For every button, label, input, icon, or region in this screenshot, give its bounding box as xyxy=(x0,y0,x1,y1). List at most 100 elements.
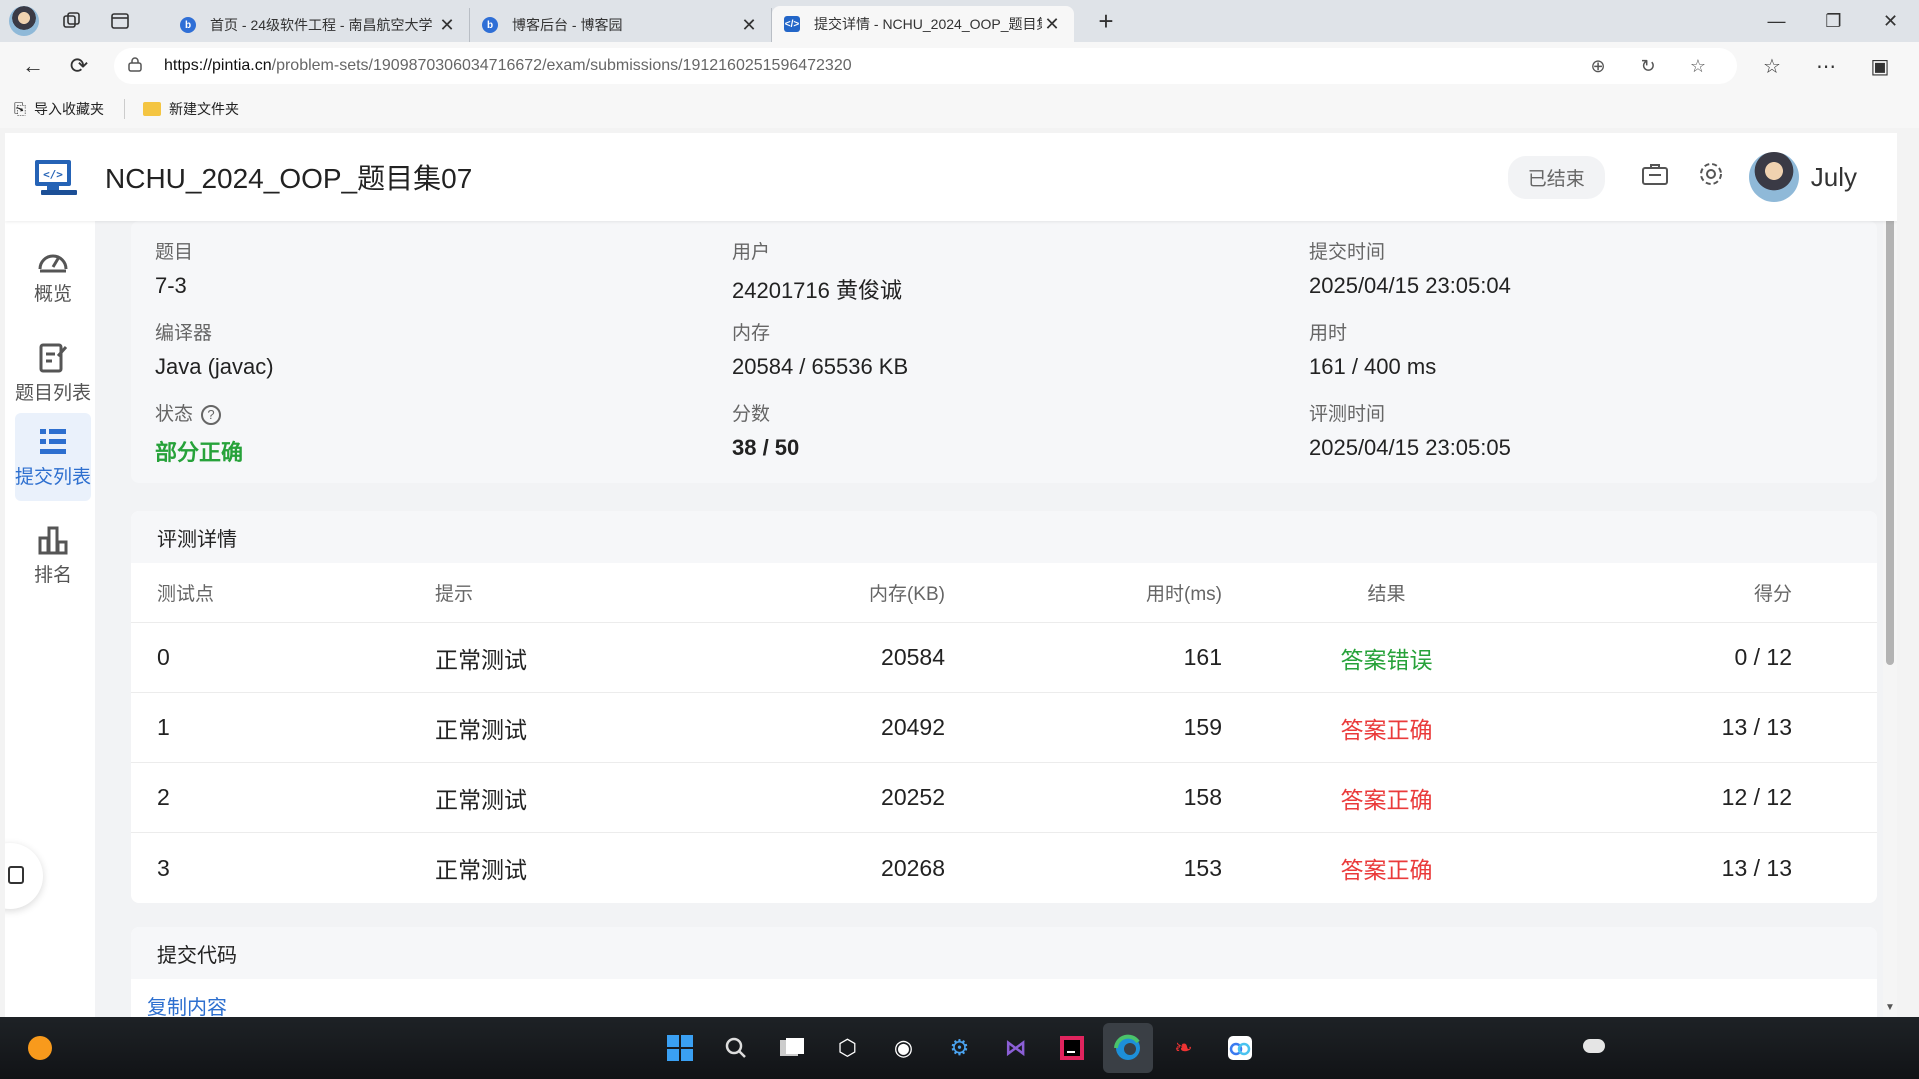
profile-avatar-icon[interactable] xyxy=(0,0,48,42)
memory: 20492 xyxy=(881,714,945,740)
window-controls: — ❐ ✕ xyxy=(1748,0,1919,42)
lock-icon[interactable] xyxy=(128,56,164,77)
workspaces-icon[interactable] xyxy=(48,0,96,42)
username[interactable]: July xyxy=(1811,162,1857,193)
scroll-down-icon[interactable]: ▼ xyxy=(1885,1002,1895,1013)
app-red-icon[interactable]: ❧ xyxy=(1159,1023,1209,1073)
field-time: 用时 161 / 400 ms xyxy=(1309,318,1436,380)
sidebar-item-label: 概览 xyxy=(33,283,72,305)
judge-time-value: 2025/04/15 23:05:05 xyxy=(1309,435,1511,460)
settings-gear-icon[interactable] xyxy=(1683,160,1739,195)
column-header: 测试点 xyxy=(157,584,215,605)
tab-1[interactable]: b 首页 - 24级软件工程 - 南昌航空大学 ✕ xyxy=(168,8,470,42)
refresh-button[interactable]: ⟳ xyxy=(56,46,102,86)
time: 153 xyxy=(1183,854,1222,881)
epic-games-icon[interactable]: ⬡ xyxy=(823,1023,873,1073)
sidebar-toggle-icon[interactable]: ▣ xyxy=(1853,54,1907,79)
bookmark-label: 导入收藏夹 xyxy=(34,101,105,117)
avatar[interactable] xyxy=(1748,152,1799,202)
score-value: 38 / 50 xyxy=(732,435,800,460)
pta-favicon-icon: </> xyxy=(784,16,800,32)
minimize-icon[interactable]: — xyxy=(1748,0,1805,42)
field-label: 编译器 xyxy=(155,323,213,344)
memory: 20268 xyxy=(881,854,945,881)
status-badge: 已结束 xyxy=(1507,155,1605,199)
search-icon[interactable] xyxy=(711,1023,761,1073)
favorites-icon[interactable]: ☆ xyxy=(1745,54,1799,79)
intellij-icon[interactable] xyxy=(1047,1023,1097,1073)
table-row: 0 正常测试 20584 161 答案错误 0 / 12 xyxy=(131,623,1877,693)
sidebar-item-label: 题目列表 xyxy=(15,382,92,404)
submitted-code-card: 提交代码 复制内容 xyxy=(131,927,1877,1017)
new-tab-button[interactable]: + xyxy=(1084,6,1128,37)
sidebar-item-ranking[interactable]: 排名 xyxy=(15,511,91,599)
column-header: 结果 xyxy=(1367,584,1406,605)
result: 答案错误 xyxy=(1340,646,1433,673)
close-tab-icon[interactable]: ✕ xyxy=(739,15,759,36)
copy-content-link[interactable]: 复制内容 xyxy=(131,979,1877,1017)
bookmark-import[interactable]: ⎘ 导入收藏夹 xyxy=(14,99,104,119)
card-title: 提交代码 xyxy=(131,927,1877,979)
score: 13 / 13 xyxy=(1721,714,1792,740)
url-field[interactable]: https://pintia.cn/problem-sets/190987030… xyxy=(114,48,1737,84)
read-aloud-icon[interactable]: ↻ xyxy=(1623,56,1673,77)
restore-icon[interactable]: ❐ xyxy=(1805,0,1862,42)
problem-value[interactable]: 7-3 xyxy=(155,273,193,299)
tab-title: 提交详情 - NCHU_2024_OOP_题目集07 xyxy=(814,16,1042,32)
vertical-tabs-icon[interactable] xyxy=(96,0,144,42)
visual-studio-icon[interactable]: ⋈ xyxy=(991,1023,1041,1073)
submit-time-value: 2025/04/15 23:05:04 xyxy=(1309,273,1511,298)
tab-2[interactable]: b 博客后台 - 博客园 ✕ xyxy=(470,8,772,42)
briefcase-icon[interactable] xyxy=(1627,162,1683,193)
memory: 20584 xyxy=(881,644,945,670)
time-value: 161 / 400 ms xyxy=(1309,354,1437,379)
pta-logo-icon[interactable]: </> xyxy=(33,156,81,198)
dashboard-icon xyxy=(38,254,68,272)
scrollbar-thumb[interactable] xyxy=(1886,205,1894,665)
column-header: 得分 xyxy=(1753,584,1792,605)
test-point: 0 xyxy=(157,644,170,670)
cnblogs-favicon-icon: b xyxy=(482,17,498,33)
time: 159 xyxy=(1183,714,1222,740)
more-menu-icon[interactable]: ⋯ xyxy=(1799,54,1853,79)
sidebar-item-submissions[interactable]: 提交列表 xyxy=(15,413,91,501)
cloud-tray-icon[interactable] xyxy=(1583,1039,1605,1053)
url-host: https://pintia.cn xyxy=(164,57,272,74)
result: 答案正确 xyxy=(1340,716,1433,743)
edit-document-icon xyxy=(39,343,68,372)
test-point: 2 xyxy=(157,784,170,810)
close-tab-icon[interactable]: ✕ xyxy=(1042,14,1062,35)
tab-3-active[interactable]: </> 提交详情 - NCHU_2024_OOP_题目集07 ✕ xyxy=(772,6,1074,42)
folder-icon xyxy=(143,102,162,116)
sidebar-item-overview[interactable]: 概览 xyxy=(15,231,91,319)
field-label: 评测时间 xyxy=(1309,404,1386,425)
sidebar-item-problem-list[interactable]: 题目列表 xyxy=(15,329,91,417)
status-value: 部分正确 xyxy=(155,440,244,465)
table-row: 2 正常测试 20252 158 答案正确 12 / 12 xyxy=(131,763,1877,833)
field-label: 提交时间 xyxy=(1309,242,1386,263)
start-icon[interactable] xyxy=(655,1023,705,1073)
favorite-star-icon[interactable]: ☆ xyxy=(1673,56,1723,77)
close-window-icon[interactable]: ✕ xyxy=(1862,0,1919,42)
sidebar-item-label: 排名 xyxy=(33,564,72,586)
field-problem: 题目 7-3 xyxy=(155,237,193,299)
page-scrollbar[interactable]: ▲ ▼ xyxy=(1883,133,1897,1017)
steam-icon[interactable]: ◉ xyxy=(879,1023,929,1073)
main-content: 题目 7-3 用户 24201716 黄俊诚 提交时间 2025/04/15 2… xyxy=(131,221,1877,1017)
card-title: 评测详情 xyxy=(131,511,1877,563)
settings-app-icon[interactable]: ⚙ xyxy=(935,1023,985,1073)
task-view-icon[interactable] xyxy=(767,1023,817,1073)
field-label: 分数 xyxy=(732,404,771,425)
baidu-netdisk-icon[interactable] xyxy=(1215,1023,1265,1073)
address-bar-row: ← ⟳ https://pintia.cn/problem-sets/19098… xyxy=(0,42,1919,90)
weather-widget-icon[interactable] xyxy=(28,1036,52,1060)
bookmark-folder[interactable]: 新建文件夹 xyxy=(143,99,239,119)
back-button[interactable]: ← xyxy=(10,46,56,86)
help-icon[interactable]: ? xyxy=(201,404,222,425)
hint: 正常测试 xyxy=(435,646,527,673)
close-tab-icon[interactable]: ✕ xyxy=(437,15,457,36)
edge-browser-icon[interactable] xyxy=(1102,1023,1153,1073)
divider xyxy=(124,99,126,119)
zoom-icon[interactable]: ⊕ xyxy=(1573,56,1623,77)
field-score: 分数 38 / 50 xyxy=(732,399,799,461)
